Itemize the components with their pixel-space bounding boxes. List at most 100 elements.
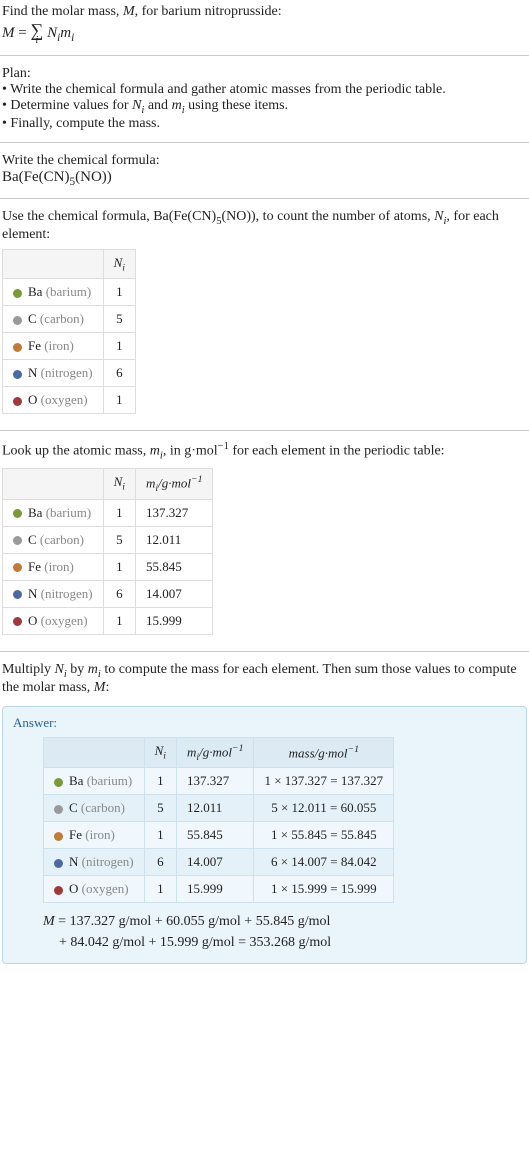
element-symbol: O [69, 881, 82, 896]
m-cell: 15.999 [136, 607, 213, 634]
element-swatch-icon [13, 289, 22, 298]
element-cell: Fe (iron) [3, 333, 104, 360]
n-cell: 6 [144, 849, 176, 876]
element-cell: Ba (barium) [3, 499, 104, 526]
element-swatch-icon [13, 617, 22, 626]
divider [0, 198, 529, 199]
answer-content: Ni mi/g·mol−1 mass/g·mol−1 Ba (barium)11… [13, 737, 516, 954]
answer-table: Ni mi/g·mol−1 mass/g·mol−1 Ba (barium)11… [43, 737, 394, 904]
intro-text: Find the molar mass, M, for barium nitro… [0, 0, 529, 49]
m-cell: 14.007 [177, 849, 254, 876]
n-cell: 6 [103, 580, 135, 607]
mul-suffix: : [105, 680, 109, 695]
element-cell: C (carbon) [3, 306, 104, 333]
m-cell: 137.327 [177, 768, 254, 795]
element-symbol: O [28, 392, 41, 407]
table-header-row: Ni mi/g·mol−1 mass/g·mol−1 [44, 737, 394, 768]
element-symbol: C [28, 311, 40, 326]
element-swatch-icon [13, 536, 22, 545]
element-name: (barium) [46, 505, 91, 520]
eq-m: m [60, 25, 71, 41]
m-cell: 15.999 [177, 876, 254, 903]
element-name: (nitrogen) [82, 854, 134, 869]
count-N: N [434, 209, 443, 224]
element-swatch-icon [13, 370, 22, 379]
element-name: (iron) [44, 559, 74, 574]
table-row: N (nitrogen)614.0076 × 14.007 = 84.042 [44, 849, 394, 876]
final-equation: M = 137.327 g/mol + 60.055 g/mol + 55.84… [43, 911, 516, 953]
n-cell: 1 [103, 279, 135, 306]
element-symbol: O [28, 613, 41, 628]
element-cell: Ba (barium) [3, 279, 104, 306]
header-mi-sym: m [187, 744, 196, 759]
eq-m-sub: i [71, 32, 74, 44]
intro-line1-prefix: Find the molar mass, [2, 4, 123, 19]
lookup-m: m [150, 444, 160, 459]
answer-tbody: Ba (barium)1137.3271 × 137.327 = 137.327… [44, 768, 394, 903]
chemical-formula-section: Write the chemical formula: Ba(Fe(CN)5(N… [0, 149, 529, 192]
header-Ni: Ni [103, 468, 135, 499]
answer-label: Answer: [13, 715, 516, 731]
lookup-exp: −1 [218, 441, 229, 452]
n-cell: 5 [103, 526, 135, 553]
element-symbol: Ba [28, 284, 46, 299]
element-name: (barium) [87, 773, 132, 788]
plan-b2-and: and [144, 98, 171, 113]
count-text: Use the chemical formula, Ba(Fe(CN)5(NO)… [2, 209, 527, 243]
m-cell: 137.327 [136, 499, 213, 526]
answer-box: Answer: Ni mi/g·mol−1 mass/g·mol−1 Ba (b… [2, 706, 527, 965]
n-cell: 1 [103, 499, 135, 526]
element-name: (oxygen) [82, 881, 129, 896]
plan-bullet-1: • Write the chemical formula and gather … [2, 82, 527, 98]
table-row: Ba (barium)1137.3271 × 137.327 = 137.327 [44, 768, 394, 795]
element-swatch-icon [13, 563, 22, 572]
lookup-section: Look up the atomic mass, mi, in g·mol−1 … [0, 437, 529, 644]
m-cell: 12.011 [136, 526, 213, 553]
table-row: N (nitrogen)614.007 [3, 580, 213, 607]
element-cell: O (oxygen) [3, 387, 104, 414]
m-cell: 55.845 [136, 553, 213, 580]
final-line2: + 84.042 g/mol + 15.999 g/mol = 353.268 … [59, 935, 331, 950]
table-row: C (carbon)5 [3, 306, 136, 333]
element-name: (oxygen) [41, 613, 88, 628]
mass-cell: 1 × 55.845 = 55.845 [254, 822, 394, 849]
element-symbol: Fe [28, 559, 44, 574]
element-swatch-icon [13, 397, 22, 406]
lookup-suffix: for each element in the periodic table: [229, 444, 445, 459]
header-mi: mi/g·mol−1 [177, 737, 254, 768]
header-Ni-sub: i [122, 482, 125, 493]
header-Ni-sub: i [122, 262, 125, 273]
element-name: (nitrogen) [41, 365, 93, 380]
header-mass-exp: −1 [348, 744, 359, 755]
chem-prefix: Ba(Fe(CN) [2, 169, 70, 185]
element-name: (oxygen) [41, 392, 88, 407]
divider [0, 55, 529, 56]
header-Ni-sub: i [163, 751, 166, 762]
n-cell: 6 [103, 360, 135, 387]
plan-b2-suffix: using these items. [185, 98, 288, 113]
element-symbol: Fe [28, 338, 44, 353]
element-swatch-icon [13, 343, 22, 352]
plan-section: Plan: • Write the chemical formula and g… [0, 62, 529, 136]
table-row: C (carbon)512.0115 × 12.011 = 60.055 [44, 795, 394, 822]
element-cell: N (nitrogen) [3, 360, 104, 387]
n-cell: 1 [144, 768, 176, 795]
element-symbol: Ba [28, 505, 46, 520]
header-Ni-sym: N [114, 474, 123, 489]
intro-var-M: M [123, 4, 135, 19]
divider [0, 430, 529, 431]
element-name: (carbon) [81, 800, 125, 815]
n-cell: 1 [103, 333, 135, 360]
header-Ni-sym: N [114, 255, 123, 270]
element-name: (carbon) [40, 532, 84, 547]
table-row: C (carbon)512.011 [3, 526, 213, 553]
element-symbol: Ba [69, 773, 87, 788]
eq-equals: = [15, 25, 31, 41]
lookup-table: Ni mi/g·mol−1 Ba (barium)1137.327C (carb… [2, 468, 213, 635]
header-Ni: Ni [103, 249, 135, 279]
molar-mass-equation: M = ∑ i Nimi [2, 22, 527, 45]
n-cell: 1 [103, 553, 135, 580]
count-table: Ni Ba (barium)1C (carbon)5Fe (iron)1N (n… [2, 249, 136, 415]
plan-b2-prefix: • Determine values for [2, 98, 132, 113]
table-row: Fe (iron)1 [3, 333, 136, 360]
